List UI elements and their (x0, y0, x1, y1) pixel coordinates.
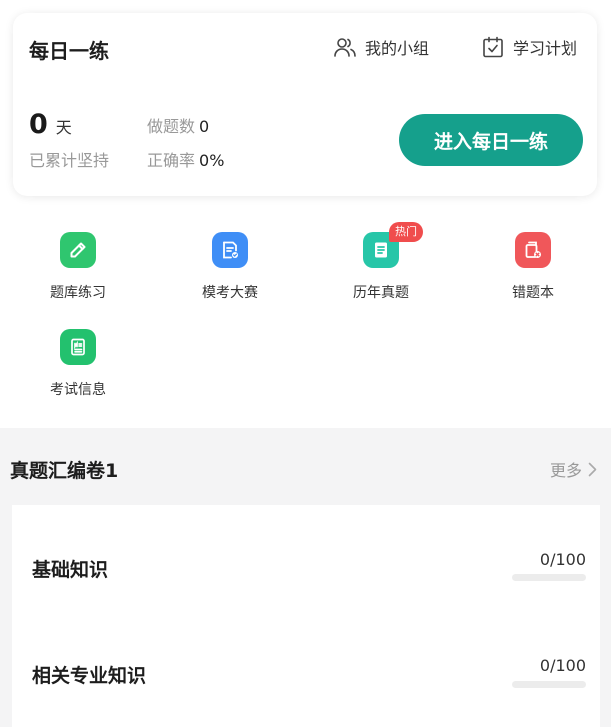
grid-item-question-bank[interactable]: 题库练习 (3, 232, 153, 302)
streak-days-unit: 天 (55, 118, 72, 137)
grid-item-label: 题库练习 (50, 285, 106, 301)
accuracy-stat: 正确率 0% (147, 147, 224, 171)
subject-progress-text: 0/100 (539, 550, 586, 569)
grid-item-wrong-book[interactable]: 错题本 (458, 232, 608, 302)
section-title: 真题汇编卷1 (10, 460, 119, 482)
subject-progress-bar (512, 681, 586, 688)
exam-paper-icon (212, 232, 248, 268)
pencil-icon (60, 232, 96, 268)
chevron-right-icon (588, 462, 597, 476)
my-group-label: 我的小组 (365, 39, 430, 58)
study-plan-link[interactable]: 学习计划 (481, 33, 577, 61)
streak-label: 已累计坚持 (29, 151, 110, 170)
grid-item-mock-exam[interactable]: 模考大赛 (155, 232, 305, 302)
accuracy-value: 0% (199, 151, 225, 170)
more-link[interactable]: 更多 (550, 457, 597, 481)
group-icon (334, 38, 356, 57)
streak-days: 0 天 (29, 109, 72, 140)
subject-list: 基础知识 0/100 相关专业知识 0/100 (12, 505, 600, 727)
grid-item-label: 考试信息 (50, 382, 106, 398)
practice-home-page: 每日一练 我的小组 学习计划 0 天 已累计坚持 做题数 0 正确率 0% 进入… (0, 0, 611, 727)
news-icon (60, 329, 96, 365)
study-plan-label: 学习计划 (513, 39, 578, 58)
wrong-book-icon (515, 232, 551, 268)
daily-practice-card: 每日一练 我的小组 学习计划 0 天 已累计坚持 做题数 0 正确率 0% 进入… (13, 13, 597, 196)
daily-practice-title: 每日一练 (29, 39, 109, 63)
grid-item-label: 模考大赛 (202, 285, 258, 301)
my-group-link[interactable]: 我的小组 (333, 33, 429, 61)
subject-name: 基础知识 (32, 559, 109, 581)
question-count-stat: 做题数 0 (147, 113, 209, 137)
question-count-label: 做题数 (147, 117, 196, 136)
subject-name: 相关专业知识 (32, 665, 147, 687)
grid-item-label: 错题本 (512, 285, 554, 301)
grid-item-past-exams[interactable]: 历年真题 (306, 232, 456, 302)
enter-daily-practice-button[interactable]: 进入每日一练 (399, 114, 583, 166)
subject-progress-bar (512, 574, 586, 581)
calendar-check-icon (483, 36, 503, 58)
subject-row[interactable]: 基础知识 0/100 (12, 505, 600, 609)
streak-days-value: 0 (29, 109, 48, 140)
grid-item-exam-info[interactable]: 考试信息 (3, 329, 153, 399)
subject-progress-text: 0/100 (539, 656, 586, 675)
question-count-value: 0 (199, 117, 210, 136)
more-label: 更多 (550, 461, 583, 480)
accuracy-label: 正确率 (147, 151, 196, 170)
grid-item-label: 历年真题 (353, 285, 409, 301)
hot-badge: 热门 (389, 222, 423, 242)
subject-row[interactable]: 相关专业知识 0/100 (12, 611, 600, 715)
